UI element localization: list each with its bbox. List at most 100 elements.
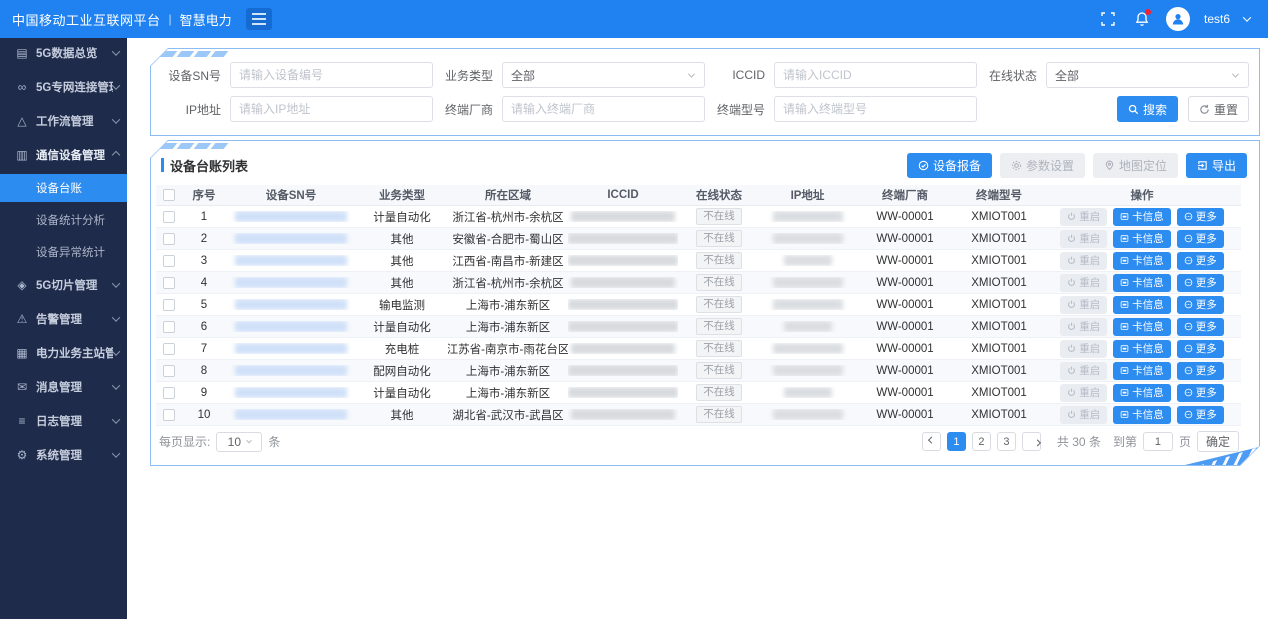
search-button[interactable]: 搜索 [1117,96,1178,122]
sidebar-item-label: 日志管理 [36,413,113,429]
table-row: 4其他浙江省-杭州市-余杭区不在线WW-00001XMIOT001重启卡信息更多 [156,272,1241,294]
model-input[interactable] [774,96,977,122]
status-cell: 不在线 [678,340,760,357]
iccid-input[interactable] [774,62,977,88]
sn-cell [226,211,356,222]
card-info-button[interactable]: 卡信息 [1113,252,1171,270]
more-button[interactable]: 更多 [1177,384,1224,402]
row-checkbox-cell [156,299,182,311]
more-button[interactable]: 更多 [1177,252,1224,270]
per-page-select[interactable]: 10 [216,432,262,452]
redacted-ip [773,233,843,244]
region-cell: 上海市-浦东新区 [448,297,568,313]
more-button[interactable]: 更多 [1177,296,1224,314]
power-icon [1067,300,1076,309]
model-cell: XMIOT001 [955,409,1043,421]
avatar[interactable] [1166,7,1190,31]
more-button[interactable]: 更多 [1177,230,1224,248]
more-button[interactable]: 更多 [1177,362,1224,380]
row-checkbox-cell [156,387,182,399]
user-chevron-down-icon[interactable] [1243,13,1251,21]
card-info-button[interactable]: 卡信息 [1113,384,1171,402]
row-checkbox[interactable] [163,233,175,245]
business-type-cell: 其他 [356,275,448,291]
goto-page-input[interactable] [1143,432,1173,451]
page-number-button[interactable]: 3 [997,432,1016,451]
row-checkbox[interactable] [163,321,175,333]
power-icon [1067,410,1076,419]
page-number-button[interactable]: 2 [972,432,991,451]
card-info-button[interactable]: 卡信息 [1113,230,1171,248]
row-actions: 重启卡信息更多 [1060,362,1224,380]
sidebar-item[interactable]: ⚙系统管理 [0,440,127,470]
notification-bell-icon[interactable] [1132,9,1152,29]
row-checkbox[interactable] [163,255,175,267]
sidebar-item[interactable]: ▥通信设备管理 [0,140,127,170]
status-cell: 不在线 [678,362,760,379]
more-button[interactable]: 更多 [1177,340,1224,358]
row-checkbox[interactable] [163,211,175,223]
model-cell: XMIOT001 [955,277,1043,289]
row-checkbox[interactable] [163,277,175,289]
more-button[interactable]: 更多 [1177,208,1224,226]
more-circle-icon [1184,366,1193,375]
row-actions: 重启卡信息更多 [1060,208,1224,226]
row-checkbox[interactable] [163,343,175,355]
vendor-input[interactable] [502,96,705,122]
iccid-cell [568,299,678,310]
per-page-label: 每页显示: [159,433,210,450]
card-info-button[interactable]: 卡信息 [1113,274,1171,292]
table-row: 3其他江西省-南昌市-新建区不在线WW-00001XMIOT001重启卡信息更多 [156,250,1241,272]
ip-input[interactable] [230,96,433,122]
more-button[interactable]: 更多 [1177,318,1224,336]
notification-dot [1145,9,1151,15]
sidebar-item[interactable]: ▦电力业务主站管理 [0,338,127,368]
chevron-down-icon [112,81,120,89]
more-circle-icon [1184,344,1193,353]
row-checkbox[interactable] [163,365,175,377]
sidebar-item[interactable]: ≡日志管理 [0,406,127,436]
device-report-button[interactable]: 设备报备 [907,153,992,178]
business-type-select[interactable]: 全部 [502,62,705,88]
app-subtitle: 智慧电力 [180,10,232,29]
more-button[interactable]: 更多 [1177,274,1224,292]
reset-button[interactable]: 重置 [1188,96,1249,122]
select-all-checkbox[interactable] [163,189,175,201]
select-chevron-down-icon [688,70,695,77]
sidebar-item[interactable]: ⚠告警管理 [0,304,127,334]
card-info-button[interactable]: 卡信息 [1113,340,1171,358]
sidebar-item[interactable]: △工作流管理 [0,106,127,136]
map-locate-button: 地图定位 [1093,153,1178,178]
sidebar-subitem[interactable]: 设备台账 [0,174,127,202]
page-number-button[interactable]: 1 [947,432,966,451]
restart-button: 重启 [1060,208,1107,226]
export-button[interactable]: 导出 [1186,153,1247,178]
row-checkbox[interactable] [163,387,175,399]
confirm-button[interactable]: 确定 [1197,431,1239,452]
card-info-button[interactable]: 卡信息 [1113,362,1171,380]
sidebar-item[interactable]: ✉消息管理 [0,372,127,402]
params-settings-button: 参数设置 [1000,153,1085,178]
region-cell: 浙江省-杭州市-余杭区 [448,209,568,225]
card-info-button[interactable]: 卡信息 [1113,296,1171,314]
sidebar-subitem[interactable]: 设备异常统计 [0,238,127,266]
sidebar-item[interactable]: ∞5G专网连接管理 [0,72,127,102]
card-info-button[interactable]: 卡信息 [1113,406,1171,424]
card-info-button[interactable]: 卡信息 [1113,208,1171,226]
column-header: 操作 [1043,187,1241,203]
fullscreen-icon[interactable] [1098,9,1118,29]
sidebar-subitem[interactable]: 设备统计分析 [0,206,127,234]
sidebar-item[interactable]: ▤5G数据总览 [0,38,127,68]
next-page-button[interactable] [1022,432,1041,451]
sidebar-item[interactable]: ◈5G切片管理 [0,270,127,300]
row-checkbox[interactable] [163,409,175,421]
more-button[interactable]: 更多 [1177,406,1224,424]
prev-page-button[interactable] [922,432,941,451]
row-actions: 重启卡信息更多 [1060,230,1224,248]
online-status-select[interactable]: 全部 [1046,62,1249,88]
card-info-button[interactable]: 卡信息 [1113,318,1171,336]
row-checkbox[interactable] [163,299,175,311]
username[interactable]: test6 [1204,12,1230,26]
hamburger-menu-icon[interactable] [246,8,272,30]
sn-input[interactable] [230,62,433,88]
